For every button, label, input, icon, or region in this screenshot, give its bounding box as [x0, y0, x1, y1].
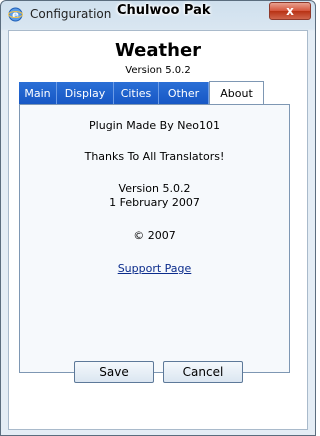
tab-cities[interactable]: Cities: [114, 82, 159, 105]
tab-display[interactable]: Display: [57, 82, 114, 105]
dialog-body: Weather Version 5.0.2 Main Display Citie…: [8, 30, 308, 430]
about-version-text: Version 5.0.2: [118, 182, 191, 195]
tab-strip: Main Display Cities Other About: [19, 81, 289, 106]
copyright-text: © 2007: [133, 229, 176, 242]
app-version: Version 5.0.2: [125, 65, 191, 76]
configuration-window: e Configuration Chulwoo Pak x Weather Ve…: [0, 0, 316, 436]
close-button[interactable]: x: [269, 2, 311, 20]
tab-main[interactable]: Main: [19, 82, 57, 105]
cancel-button[interactable]: Cancel: [163, 361, 243, 383]
app-title: Weather: [114, 40, 202, 61]
support-page-link[interactable]: Support Page: [118, 262, 192, 275]
tab-about[interactable]: About: [209, 81, 264, 106]
user-name-label: Chulwoo Pak: [117, 3, 211, 18]
release-date-text: 1 February 2007: [109, 196, 200, 209]
author-text: Plugin Made By Neo101: [89, 119, 220, 132]
save-button[interactable]: Save: [74, 361, 154, 383]
about-panel: Plugin Made By Neo101 Thanks To All Tran…: [19, 104, 290, 373]
internet-explorer-icon: e: [8, 7, 23, 22]
window-title: Configuration: [30, 7, 112, 21]
tab-other[interactable]: Other: [159, 82, 209, 105]
thanks-text: Thanks To All Translators!: [84, 150, 225, 163]
title-bar[interactable]: e Configuration Chulwoo Pak x: [1, 1, 315, 29]
